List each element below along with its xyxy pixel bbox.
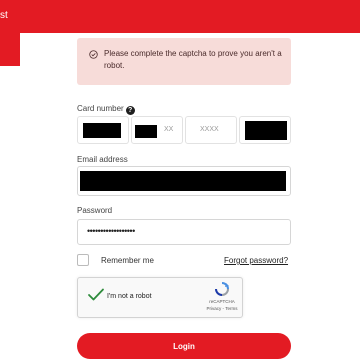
captcha-alert: Please complete the captcha to prove you… bbox=[77, 38, 291, 85]
header-partial-text: st bbox=[0, 10, 8, 21]
card-number-segment-3[interactable]: XXXX bbox=[185, 116, 237, 144]
card-number-segment-1[interactable] bbox=[77, 116, 129, 144]
card-segment-2-placeholder: XX bbox=[164, 126, 174, 133]
check-circle-icon bbox=[89, 50, 98, 59]
header-bar bbox=[0, 0, 360, 33]
redacted-value bbox=[135, 125, 157, 138]
recaptcha-brand: reCAPTCHA bbox=[209, 299, 235, 304]
info-icon[interactable]: ? bbox=[125, 106, 135, 115]
login-page: st Please complete the captcha to prove … bbox=[0, 0, 360, 360]
login-button[interactable]: Login bbox=[77, 333, 291, 359]
card-number-label: Card number? bbox=[77, 104, 135, 115]
email-field[interactable] bbox=[77, 166, 291, 196]
recaptcha-links[interactable]: Privacy - Terms bbox=[204, 306, 240, 311]
recaptcha-logo-icon bbox=[215, 282, 229, 296]
card-number-segment-2[interactable]: XX bbox=[131, 116, 183, 144]
card-segment-3-placeholder: XXXX bbox=[200, 126, 219, 133]
remember-me-label: Remember me bbox=[101, 256, 154, 265]
forgot-password-link[interactable]: Forgot password? bbox=[224, 256, 288, 265]
checkmark-icon[interactable] bbox=[87, 286, 105, 304]
recaptcha-widget: I'm not a robot reCAPTCHA Privacy - Term… bbox=[77, 277, 243, 318]
card-number-label-text: Card number bbox=[77, 104, 124, 113]
email-label: Email address bbox=[77, 155, 128, 164]
redacted-value bbox=[83, 123, 121, 138]
alert-message: Please complete the captcha to prove you… bbox=[104, 49, 282, 70]
password-field[interactable]: •••••••••••••••••• bbox=[77, 219, 291, 245]
redacted-value bbox=[245, 121, 287, 140]
redacted-value bbox=[80, 171, 286, 191]
password-label: Password bbox=[77, 206, 113, 215]
remember-me-checkbox[interactable] bbox=[77, 254, 89, 266]
card-number-segment-4[interactable] bbox=[239, 116, 291, 144]
captcha-label: I'm not a robot bbox=[107, 293, 152, 300]
